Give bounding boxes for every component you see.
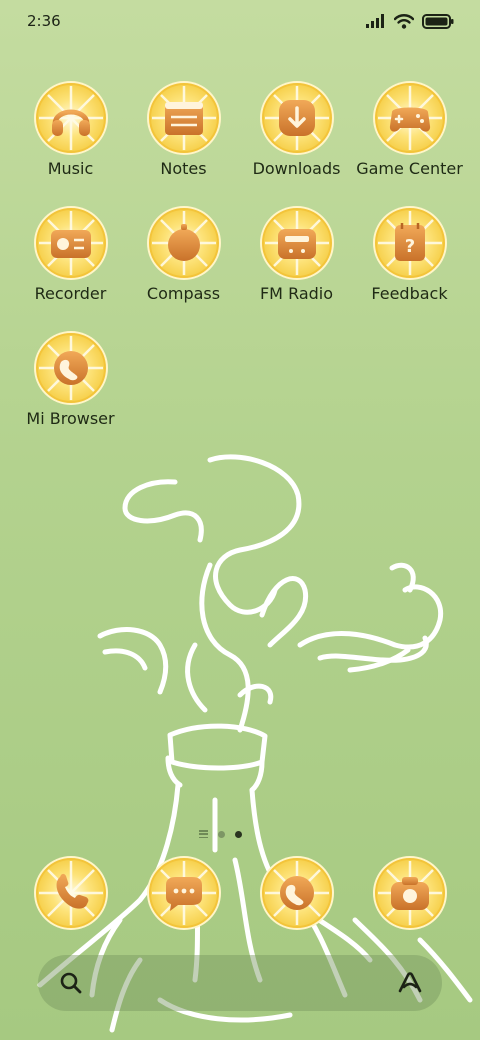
page-indicator[interactable] [199,830,242,838]
app-label: Mi Browser [26,409,115,428]
battery-icon [422,13,454,29]
feedback-icon: ? [371,205,448,281]
dock-phone[interactable] [14,855,127,931]
messages-icon [145,855,222,931]
compass-icon [145,205,222,281]
signal-icon [366,14,384,28]
status-bar: 2:36 [0,0,480,40]
app-fm-radio[interactable]: FM Radio [240,205,353,304]
search-bar[interactable] [38,955,442,1011]
phone-icon [32,855,109,931]
feed-indicator [199,830,208,838]
dock-camera[interactable] [353,855,466,931]
status-icons [366,12,454,30]
app-label: Compass [146,284,221,303]
headphones-icon [32,80,109,156]
globe-icon [32,330,109,406]
status-time: 2:36 [27,12,61,30]
app-label: Recorder [34,284,107,303]
wallpaper-volcano-illustration [37,454,473,1033]
app-game-center[interactable]: Game Center [353,80,466,179]
download-icon [258,80,335,156]
app-feedback[interactable]: ? Feedback [353,205,466,304]
svg-text:?: ? [404,236,414,257]
app-label: Notes [160,159,207,178]
app-label: Downloads [252,159,341,178]
app-label: Game Center [356,159,463,178]
wifi-icon [394,13,414,29]
recorder-icon [32,205,109,281]
notepad-icon [145,80,222,156]
app-label: Music [47,159,94,178]
dock-messages[interactable] [127,855,240,931]
app-compass[interactable]: Compass [127,205,240,304]
gamepad-icon [371,80,448,156]
app-notes[interactable]: Notes [127,80,240,179]
page-dot-active [235,830,242,838]
app-downloads[interactable]: Downloads [240,80,353,179]
dock-browser[interactable] [240,855,353,931]
page-dot [218,830,225,838]
search-icon[interactable] [58,970,84,996]
assistant-icon[interactable] [396,969,424,997]
app-recorder[interactable]: Recorder [14,205,127,304]
app-mi-browser[interactable]: Mi Browser [14,330,127,429]
app-label: Feedback [371,284,448,303]
camera-icon [371,855,448,931]
radio-icon [258,205,335,281]
app-label: FM Radio [259,284,334,303]
browser-icon [258,855,335,931]
dock [0,855,480,935]
app-music[interactable]: Music [14,80,127,179]
